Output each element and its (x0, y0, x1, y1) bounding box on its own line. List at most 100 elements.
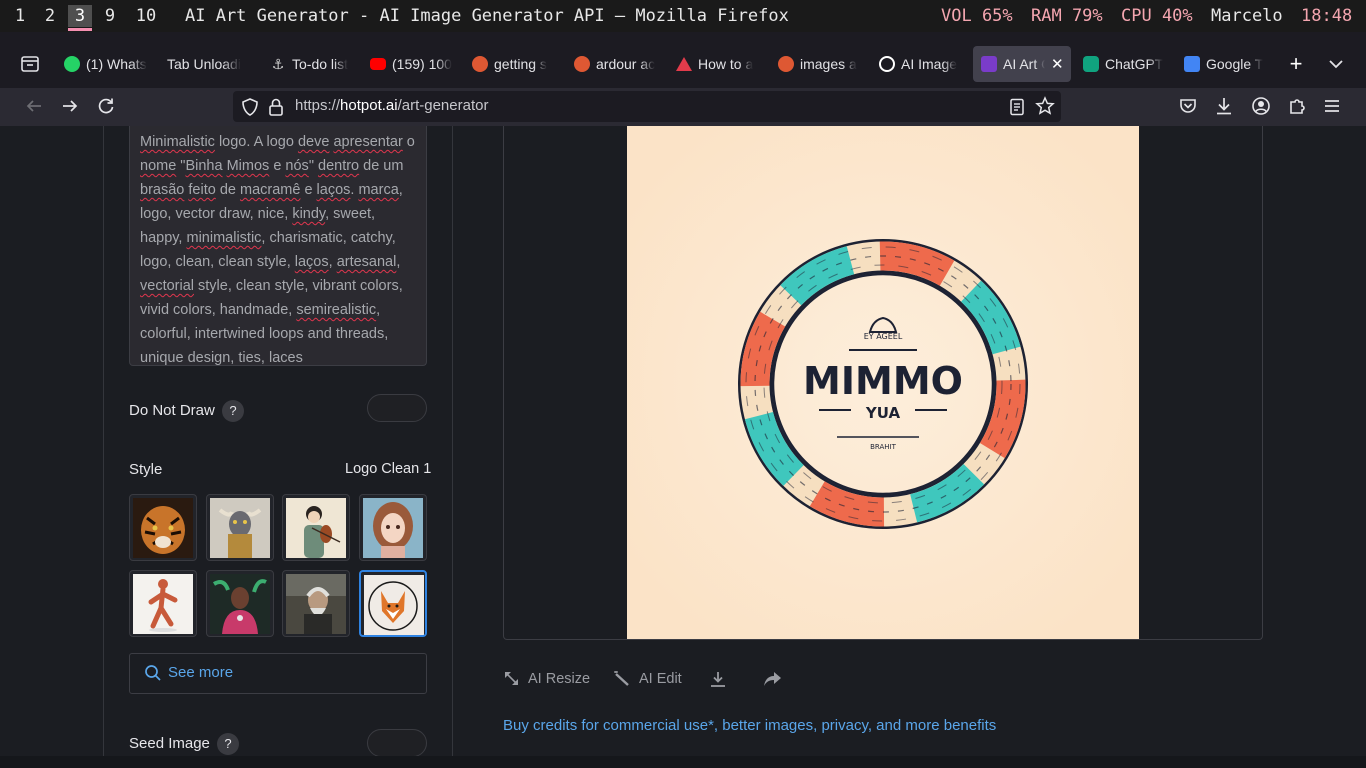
whatsapp-icon (64, 56, 80, 72)
search-icon (145, 665, 161, 681)
bottom-strip (0, 756, 1366, 768)
resize-icon (505, 672, 518, 685)
cyber-woman-thumbnail (210, 574, 270, 634)
hamburger-menu-icon[interactable] (1322, 96, 1342, 116)
misspelled-word: nós (285, 158, 309, 174)
ai-edit-label: AI Edit (639, 670, 682, 687)
tiger-thumbnail (133, 498, 193, 558)
style-thumb-cyber-woman[interactable] (206, 570, 274, 637)
misspelled-word: brasão (140, 182, 185, 198)
prompt-textarea[interactable]: Minimalistic logo. A logo deve apresenta… (129, 126, 427, 366)
generated-image[interactable]: EY AGEEL MIMMO YUA BRAHIT (627, 126, 1139, 639)
tab-getting[interactable]: getting s (464, 46, 560, 82)
window-title: AI Art Generator - AI Image Generator AP… (185, 6, 789, 26)
workspace-2[interactable]: 2 (38, 5, 62, 27)
prompt-fragment: , (396, 254, 401, 270)
style-thumb-dancer[interactable] (129, 570, 197, 637)
tab-images[interactable]: images a (770, 46, 866, 82)
url-path: /art-generator (397, 97, 489, 114)
tab-unloader[interactable]: Tab Unloadi (159, 46, 253, 82)
prompt-fragment: logo. A logo (214, 134, 298, 150)
reader-view-icon[interactable] (1007, 97, 1027, 117)
misspelled-word: artesanal (336, 254, 397, 270)
style-thumb-tiger[interactable] (129, 494, 197, 561)
dancer-thumbnail (133, 574, 193, 634)
window-manager-bar: 1 2 3 9 10 AI Art Generator - AI Image G… (0, 0, 1366, 32)
swirl-icon (879, 56, 895, 72)
style-thumb-fox-logo-selected[interactable] (359, 570, 427, 637)
ai-resize-label: AI Resize (528, 670, 591, 687)
misspelled-word: laços (294, 254, 329, 270)
arch-icon (676, 57, 692, 71)
tab-whatsapp[interactable]: (1) Whats (56, 46, 156, 82)
prompt-fragment: " (308, 158, 318, 174)
tab-ardour[interactable]: ardour ac (566, 46, 662, 82)
youtube-icon (370, 58, 386, 70)
close-tab-icon[interactable]: ✕ (1051, 55, 1064, 73)
misspelled-word: marca (358, 182, 399, 198)
reload-icon[interactable] (96, 96, 116, 116)
misspelled-word: minimalistic (186, 230, 262, 246)
seed-image-toggle[interactable] (367, 729, 427, 757)
logo-top-text: EY AGEEL (864, 332, 903, 341)
tab-howto[interactable]: How to a (668, 46, 764, 82)
ai-resize-button[interactable]: AI Resize (503, 670, 590, 687)
url-text[interactable]: https://hotpot.ai/art-generator (295, 97, 488, 114)
style-label: Style (129, 461, 163, 478)
seed-image-help-icon[interactable]: ? (217, 733, 239, 755)
account-icon[interactable] (1251, 96, 1271, 116)
pocket-icon[interactable] (1178, 96, 1198, 116)
firefox-view-icon[interactable] (20, 54, 40, 74)
new-tab-button[interactable]: + (1284, 52, 1308, 76)
misspelled-word: dentro (318, 158, 360, 174)
workspace-9[interactable]: 9 (98, 5, 122, 27)
misspelled-word: Mimos (226, 158, 270, 174)
style-thumb-robot-bull[interactable] (206, 494, 274, 561)
ai-edit-button[interactable]: AI Edit (613, 670, 682, 687)
cpu-status: CPU 40% (1121, 6, 1193, 26)
tab-google-translate[interactable]: Google T (1176, 46, 1272, 82)
forward-arrow-icon[interactable] (60, 96, 80, 116)
buy-credits-link[interactable]: Buy credits for commercial use*, better … (503, 717, 996, 734)
google-translate-icon (1184, 56, 1200, 72)
misspelled-word: macramê (239, 182, 301, 198)
workspace-3-active[interactable]: 3 (68, 5, 92, 31)
magic-wand-icon (614, 671, 629, 686)
misspelled-word: deve (297, 134, 330, 150)
style-thumb-violinist[interactable] (282, 494, 350, 561)
tab-ai-image[interactable]: AI Image (871, 46, 967, 82)
misspelled-word: apresentar (333, 134, 403, 150)
seed-image-label: Seed Image (129, 735, 210, 752)
style-thumb-old-man[interactable] (282, 570, 350, 637)
url-prefix: https:// (295, 97, 341, 114)
see-more-label: See more (168, 664, 234, 681)
tab-youtube[interactable]: (159) 100 (362, 46, 458, 82)
style-thumb-anime-girl[interactable] (359, 494, 427, 561)
extensions-icon[interactable] (1287, 96, 1307, 116)
tab-chatgpt[interactable]: ChatGPT (1075, 46, 1175, 82)
bookmark-star-icon[interactable] (1035, 96, 1055, 116)
old-man-thumbnail (286, 574, 346, 634)
divider (103, 126, 104, 756)
tab-ai-art-active[interactable]: AI Art G ✕ (973, 46, 1071, 82)
anchor-icon: ⚓ (271, 56, 285, 72)
download-icon[interactable] (1214, 96, 1234, 116)
fox-logo-thumbnail (364, 575, 424, 635)
workspace-1[interactable]: 1 (8, 5, 32, 27)
workspace-10[interactable]: 10 (132, 5, 160, 27)
back-arrow-icon[interactable] (24, 96, 44, 116)
anime-girl-thumbnail (363, 498, 423, 558)
do-not-draw-toggle[interactable] (367, 394, 427, 422)
download-image-icon[interactable] (709, 670, 727, 688)
share-icon[interactable] (763, 670, 782, 687)
chevron-down-icon[interactable] (1326, 52, 1346, 76)
hotpot-icon (981, 56, 997, 72)
prompt-fragment: o (402, 134, 415, 150)
prompt-fragment: de (215, 182, 240, 198)
duckduckgo-icon (778, 56, 794, 72)
tab-todo[interactable]: ⚓ To-do list (262, 46, 358, 82)
lock-icon[interactable] (266, 97, 286, 117)
do-not-draw-help-icon[interactable]: ? (222, 400, 244, 422)
divider (452, 126, 453, 756)
shield-icon[interactable] (240, 97, 260, 117)
